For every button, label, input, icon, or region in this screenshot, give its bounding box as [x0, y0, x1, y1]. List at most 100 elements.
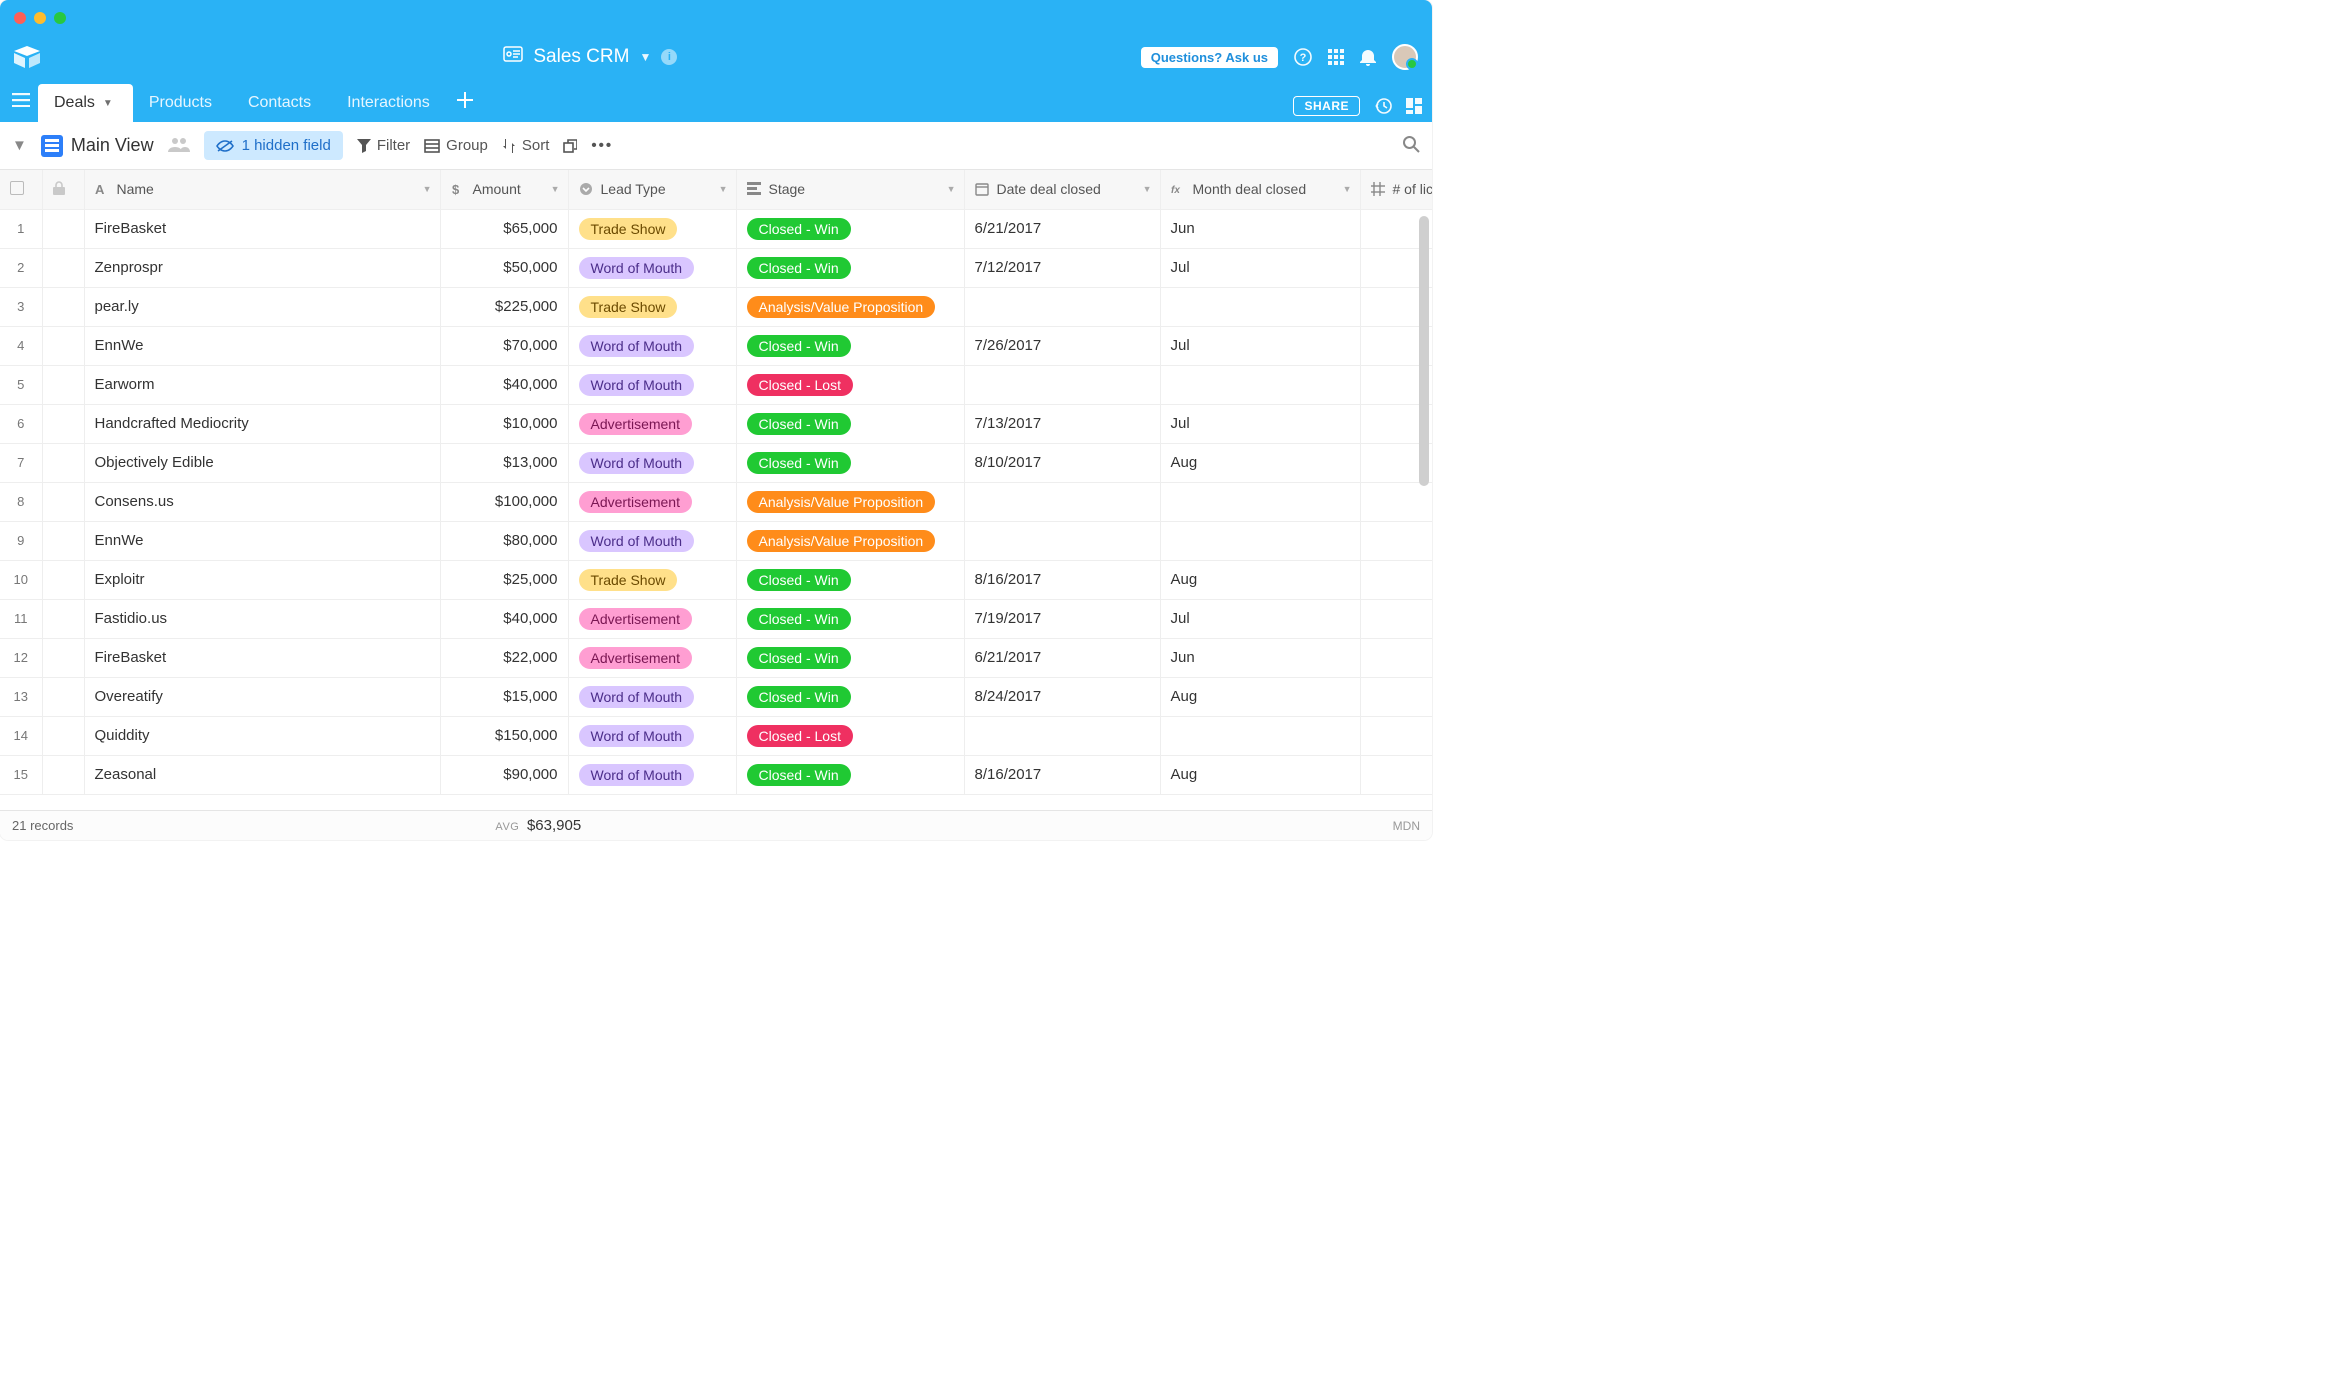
add-table-button[interactable]	[452, 87, 478, 113]
cell-name[interactable]: Earworm	[84, 365, 440, 404]
cell-month-closed[interactable]: Aug	[1160, 677, 1360, 716]
cell-lead-type[interactable]: Trade Show	[568, 209, 736, 248]
table-row[interactable]: 6Handcrafted Mediocrity$10,000Advertisem…	[0, 404, 1432, 443]
cell-amount[interactable]: $225,000	[440, 287, 568, 326]
ask-us-button[interactable]: Questions? Ask us	[1141, 47, 1278, 68]
column-header-stage[interactable]: Stage▼	[736, 170, 964, 209]
row-expand-cell[interactable]	[42, 365, 84, 404]
cell-lead-type[interactable]: Advertisement	[568, 638, 736, 677]
info-icon[interactable]: i	[661, 49, 677, 65]
table-tab[interactable]: Products	[133, 84, 232, 122]
cell-month-closed[interactable]	[1160, 716, 1360, 755]
base-title-area[interactable]: Sales CRM ▼ i	[52, 44, 1129, 70]
cell-date-closed[interactable]	[964, 287, 1160, 326]
column-header-lead-type[interactable]: Lead Type▼	[568, 170, 736, 209]
cell-name[interactable]: pear.ly	[84, 287, 440, 326]
row-number[interactable]: 5	[0, 365, 42, 404]
cell-stage[interactable]: Closed - Win	[736, 248, 964, 287]
cell-month-closed[interactable]: Jul	[1160, 404, 1360, 443]
views-menu-caret-icon[interactable]: ▼	[12, 137, 27, 154]
cell-amount[interactable]: $100,000	[440, 482, 568, 521]
row-number[interactable]: 6	[0, 404, 42, 443]
cell-date-closed[interactable]: 8/16/2017	[964, 755, 1160, 794]
cell-lead-type[interactable]: Advertisement	[568, 482, 736, 521]
table-row[interactable]: 8Consens.us$100,000AdvertisementAnalysis…	[0, 482, 1432, 521]
cell-month-closed[interactable]: Jun	[1160, 638, 1360, 677]
row-expand-cell[interactable]	[42, 638, 84, 677]
cell-amount[interactable]: $13,000	[440, 443, 568, 482]
row-number[interactable]: 11	[0, 599, 42, 638]
cell-date-closed[interactable]: 7/12/2017	[964, 248, 1160, 287]
column-header-name[interactable]: AName▼	[84, 170, 440, 209]
cell-stage[interactable]: Analysis/Value Proposition	[736, 521, 964, 560]
row-number[interactable]: 4	[0, 326, 42, 365]
collaborators-icon[interactable]	[168, 136, 190, 156]
row-number[interactable]: 12	[0, 638, 42, 677]
table-row[interactable]: 2Zenprospr$50,000Word of MouthClosed - W…	[0, 248, 1432, 287]
row-expand-cell[interactable]	[42, 677, 84, 716]
cell-amount[interactable]: $15,000	[440, 677, 568, 716]
row-expand-cell[interactable]	[42, 443, 84, 482]
cell-amount[interactable]: $22,000	[440, 638, 568, 677]
group-button[interactable]: Group	[424, 137, 488, 154]
notifications-bell-icon[interactable]	[1360, 48, 1376, 66]
cell-amount[interactable]: $70,000	[440, 326, 568, 365]
close-window-button[interactable]	[14, 12, 26, 24]
table-row[interactable]: 13Overeatify$15,000Word of MouthClosed -…	[0, 677, 1432, 716]
cell-name[interactable]: FireBasket	[84, 209, 440, 248]
cell-stage[interactable]: Closed - Win	[736, 326, 964, 365]
cell-name[interactable]: Exploitr	[84, 560, 440, 599]
cell-lead-type[interactable]: Word of Mouth	[568, 326, 736, 365]
cell-month-closed[interactable]: Jul	[1160, 326, 1360, 365]
history-icon[interactable]	[1374, 97, 1392, 115]
help-icon[interactable]: ?	[1294, 48, 1312, 66]
cell-name[interactable]: Fastidio.us	[84, 599, 440, 638]
view-switcher[interactable]: Main View	[41, 135, 154, 157]
cell-lead-type[interactable]: Trade Show	[568, 560, 736, 599]
vertical-scrollbar[interactable]	[1419, 216, 1429, 778]
column-header-month-closed[interactable]: fxMonth deal closed▼	[1160, 170, 1360, 209]
cell-date-closed[interactable]: 7/26/2017	[964, 326, 1160, 365]
summary-avg[interactable]: AVG $63,905	[495, 817, 581, 834]
table-row[interactable]: 1FireBasket$65,000Trade ShowClosed - Win…	[0, 209, 1432, 248]
cell-stage[interactable]: Closed - Lost	[736, 365, 964, 404]
table-row[interactable]: 4EnnWe$70,000Word of MouthClosed - Win7/…	[0, 326, 1432, 365]
cell-date-closed[interactable]: 8/16/2017	[964, 560, 1160, 599]
cell-stage[interactable]: Closed - Win	[736, 560, 964, 599]
cell-stage[interactable]: Closed - Lost	[736, 716, 964, 755]
hidden-fields-button[interactable]: 1 hidden field	[204, 131, 343, 160]
cell-month-closed[interactable]	[1160, 365, 1360, 404]
cell-lead-type[interactable]: Word of Mouth	[568, 443, 736, 482]
user-avatar[interactable]	[1392, 44, 1418, 70]
cell-month-closed[interactable]: Aug	[1160, 443, 1360, 482]
cell-name[interactable]: FireBasket	[84, 638, 440, 677]
row-expand-cell[interactable]	[42, 248, 84, 287]
table-row[interactable]: 15Zeasonal$90,000Word of MouthClosed - W…	[0, 755, 1432, 794]
search-icon[interactable]	[1402, 135, 1420, 157]
table-row[interactable]: 5Earworm$40,000Word of MouthClosed - Los…	[0, 365, 1432, 404]
column-header-amount[interactable]: $Amount▼	[440, 170, 568, 209]
cell-month-closed[interactable]	[1160, 287, 1360, 326]
cell-date-closed[interactable]: 8/10/2017	[964, 443, 1160, 482]
cell-month-closed[interactable]: Aug	[1160, 755, 1360, 794]
cell-stage[interactable]: Closed - Win	[736, 755, 964, 794]
row-number[interactable]: 13	[0, 677, 42, 716]
row-expand-cell[interactable]	[42, 287, 84, 326]
table-row[interactable]: 10Exploitr$25,000Trade ShowClosed - Win8…	[0, 560, 1432, 599]
row-number[interactable]: 14	[0, 716, 42, 755]
sort-button[interactable]: Sort	[502, 137, 550, 154]
filter-button[interactable]: Filter	[357, 137, 410, 154]
cell-lead-type[interactable]: Word of Mouth	[568, 248, 736, 287]
cell-name[interactable]: Consens.us	[84, 482, 440, 521]
cell-stage[interactable]: Closed - Win	[736, 677, 964, 716]
row-number[interactable]: 10	[0, 560, 42, 599]
row-expand-cell[interactable]	[42, 209, 84, 248]
cell-stage[interactable]: Closed - Win	[736, 638, 964, 677]
row-number[interactable]: 2	[0, 248, 42, 287]
cell-month-closed[interactable]: Jul	[1160, 248, 1360, 287]
cell-name[interactable]: Zenprospr	[84, 248, 440, 287]
cell-stage[interactable]: Closed - Win	[736, 404, 964, 443]
cell-name[interactable]: Zeasonal	[84, 755, 440, 794]
cell-lead-type[interactable]: Trade Show	[568, 287, 736, 326]
cell-lead-type[interactable]: Advertisement	[568, 599, 736, 638]
